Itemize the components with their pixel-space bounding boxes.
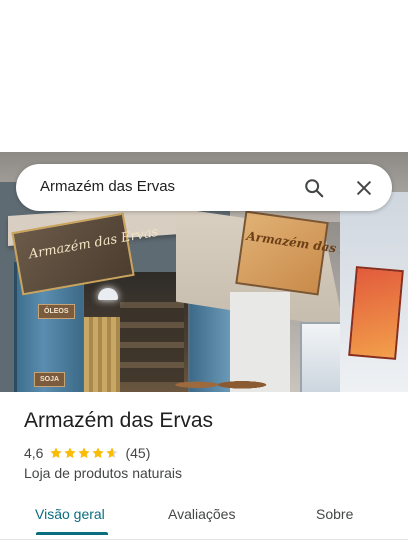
tab-about[interactable]: Sobre bbox=[316, 506, 353, 522]
rating-value: 4,6 bbox=[24, 445, 44, 461]
rating-row[interactable]: 4,6 (45) bbox=[24, 445, 150, 461]
active-tab-indicator bbox=[36, 532, 108, 535]
rating-stars bbox=[49, 446, 119, 460]
photo-brooms bbox=[84, 317, 120, 392]
photo-baskets bbox=[172, 374, 272, 392]
search-bar[interactable]: Armazém das Ervas bbox=[16, 164, 392, 211]
star-icon bbox=[50, 447, 63, 459]
blank-area bbox=[0, 0, 408, 152]
star-icon bbox=[78, 447, 91, 459]
tabs-divider bbox=[0, 539, 408, 540]
photo-shelf bbox=[120, 302, 184, 382]
tab-overview[interactable]: Visão geral bbox=[35, 506, 105, 522]
close-icon bbox=[357, 181, 371, 195]
search-button[interactable] bbox=[298, 172, 330, 204]
star-icon bbox=[64, 447, 77, 459]
photo-poster bbox=[348, 266, 404, 360]
place-category: Loja de produtos naturais bbox=[24, 465, 182, 481]
search-input[interactable]: Armazém das Ervas bbox=[40, 178, 175, 195]
place-title: Armazém das Ervas bbox=[24, 409, 214, 432]
photo-banner bbox=[235, 210, 329, 296]
star-icon bbox=[106, 447, 119, 459]
star-icon bbox=[92, 447, 105, 459]
place-tabs: Visão geral Avaliações Sobre bbox=[0, 496, 408, 536]
tab-reviews[interactable]: Avaliações bbox=[168, 506, 235, 522]
review-count[interactable]: (45) bbox=[125, 445, 150, 461]
photo-plate-oleos: ÓLEOS bbox=[38, 304, 75, 319]
photo-plate-soja: SOJA bbox=[34, 372, 66, 387]
close-button[interactable] bbox=[348, 172, 380, 204]
search-icon bbox=[305, 179, 324, 198]
